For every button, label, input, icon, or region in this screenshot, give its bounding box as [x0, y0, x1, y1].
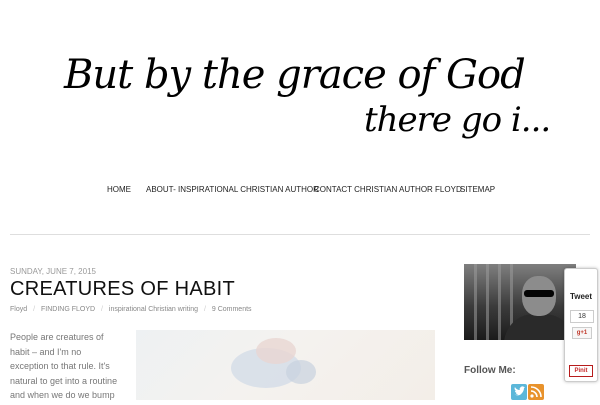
meta-separator: /	[33, 306, 36, 313]
google-plus-button[interactable]: g+1	[572, 327, 592, 339]
nav-item-sitemap[interactable]: SITEMAP	[460, 185, 495, 194]
blog-title-line-2: there go i...	[364, 100, 551, 140]
meta-separator: /	[203, 306, 206, 313]
follow-me-label: Follow Me:	[464, 365, 516, 376]
nav-item-contact[interactable]: CONTACT CHRISTIAN AUTHOR FLOYD	[314, 185, 462, 194]
post-body-line: and when we do we bump	[10, 390, 115, 400]
tweet-count: 18	[570, 310, 594, 323]
nav-item-about[interactable]: ABOUT- INSPIRATIONAL CHRISTIAN AUTHOR	[146, 185, 319, 194]
post-body-line: exception to that rule. It's	[10, 361, 110, 371]
photo-bar	[486, 264, 489, 340]
post-meta: Floyd / FINDING FLOYD / inspirational Ch…	[10, 306, 252, 313]
pinterest-button[interactable]: Pinit	[569, 365, 593, 377]
post-tag-link[interactable]: inspirational Christian writing	[109, 306, 198, 313]
post-category-link[interactable]: FINDING FLOYD	[41, 306, 95, 313]
author-photo[interactable]	[464, 264, 576, 340]
blog-title-line-1: But by the grace of God	[64, 52, 526, 98]
post-title[interactable]: CREATURES OF HABIT	[10, 278, 235, 301]
twitter-icon[interactable]	[511, 384, 527, 400]
meta-separator: /	[101, 306, 103, 313]
post-body: People are creatures of habit – and I'm …	[10, 330, 122, 403]
share-widget: Tweet 18 g+1 Pinit	[564, 268, 598, 382]
photo-bar	[498, 264, 501, 340]
illustration-shape	[256, 338, 296, 364]
main-nav: HOME ABOUT- INSPIRATIONAL CHRISTIAN AUTH…	[0, 185, 600, 199]
post-date: SUNDAY, JUNE 7, 2015	[10, 267, 96, 276]
post-body-line: natural to get into a routine	[10, 375, 118, 386]
photo-bar	[474, 264, 477, 340]
post-body-line: People are creatures of	[10, 332, 104, 342]
post-illustration	[136, 330, 435, 400]
tweet-button[interactable]: Tweet	[565, 292, 597, 301]
photo-sunglasses	[524, 290, 554, 297]
post-comments-link[interactable]: 9 Comments	[212, 306, 252, 313]
post-body-line: habit – and I'm no	[10, 346, 82, 357]
illustration-shape	[286, 360, 316, 384]
rss-icon[interactable]	[528, 384, 544, 400]
post-author-link[interactable]: Floyd	[10, 306, 27, 313]
nav-item-home[interactable]: HOME	[107, 185, 131, 194]
blog-title[interactable]: But by the grace of God there go i...	[60, 52, 551, 147]
header-divider	[10, 234, 590, 235]
